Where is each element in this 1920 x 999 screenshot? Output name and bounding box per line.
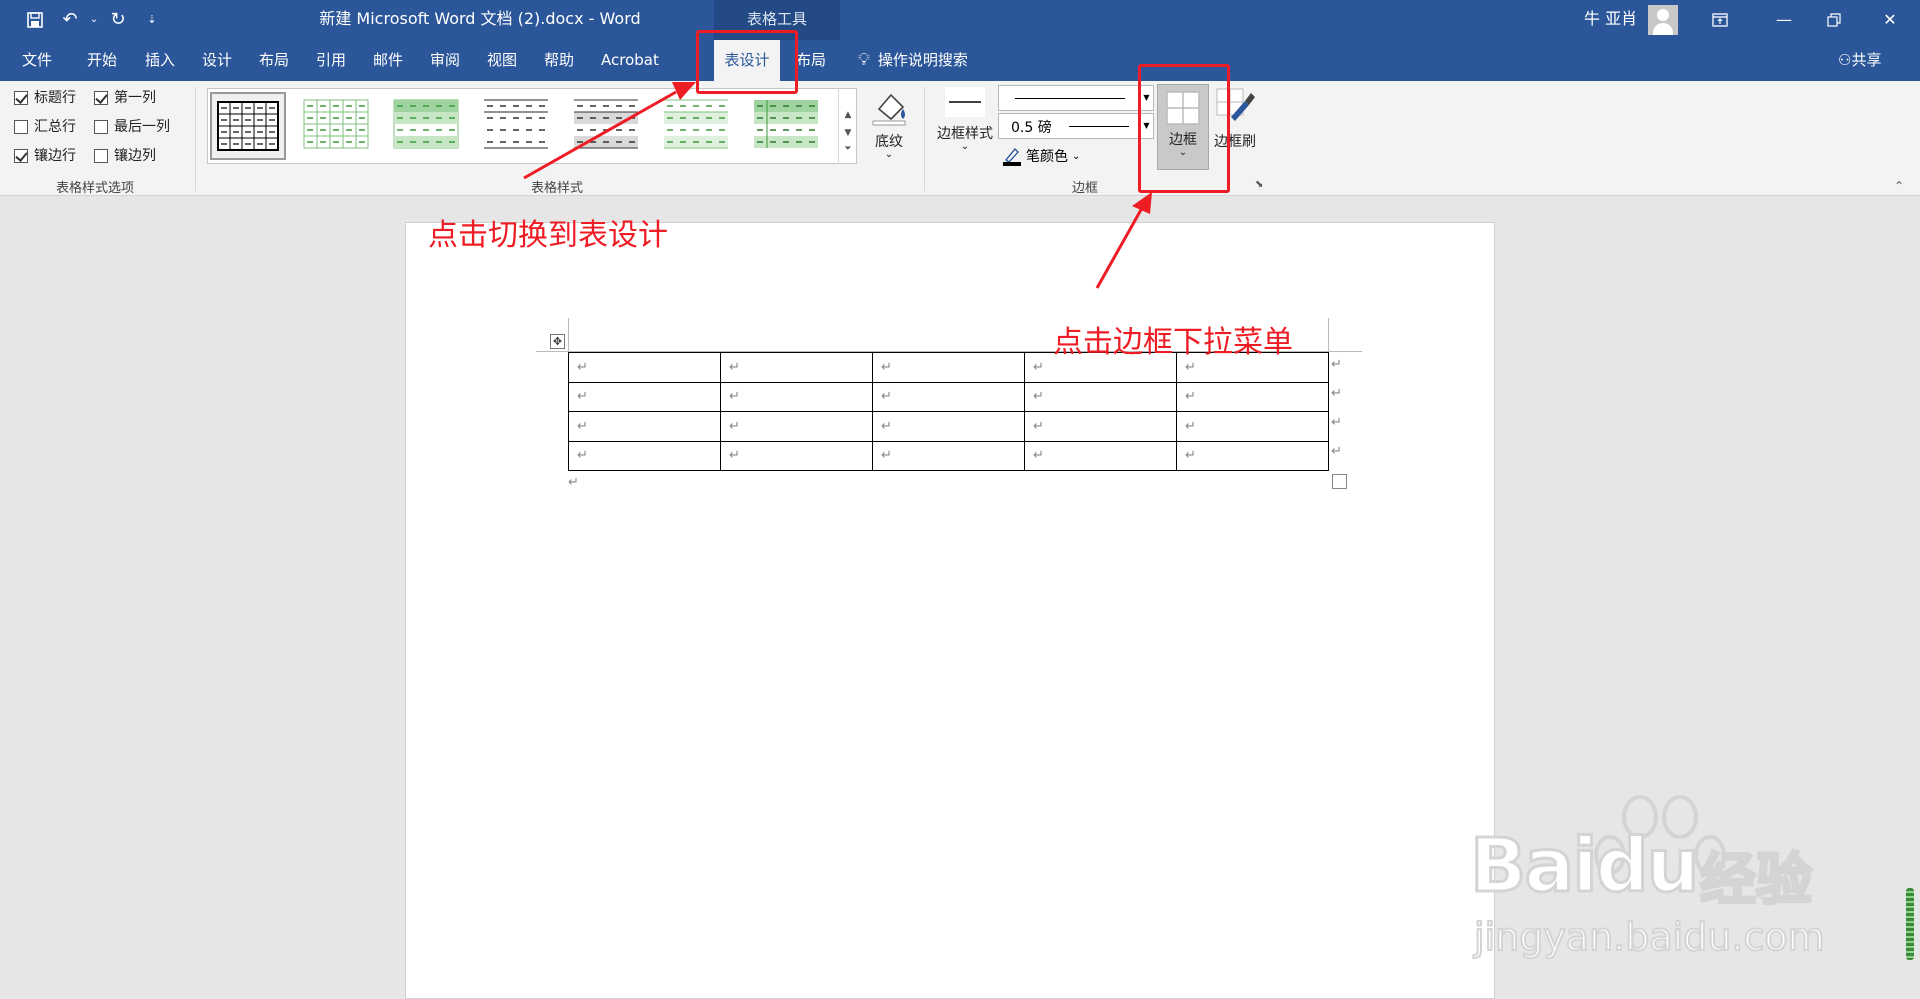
scroll-indicator[interactable] bbox=[1906, 888, 1914, 960]
watermark-cn: 经验 bbox=[1699, 847, 1814, 915]
watermark-url: jingyan.baidu.com bbox=[1473, 914, 1826, 960]
watermark-brand: Baidu bbox=[1468, 822, 1700, 911]
annotation-text-switch: 点击切换到表设计 bbox=[428, 218, 668, 253]
baidu-watermark: Baidu 经验 jingyan.baidu.com bbox=[1468, 795, 1830, 965]
annotation-text-borders: 点击边框下拉菜单 bbox=[1053, 325, 1293, 360]
